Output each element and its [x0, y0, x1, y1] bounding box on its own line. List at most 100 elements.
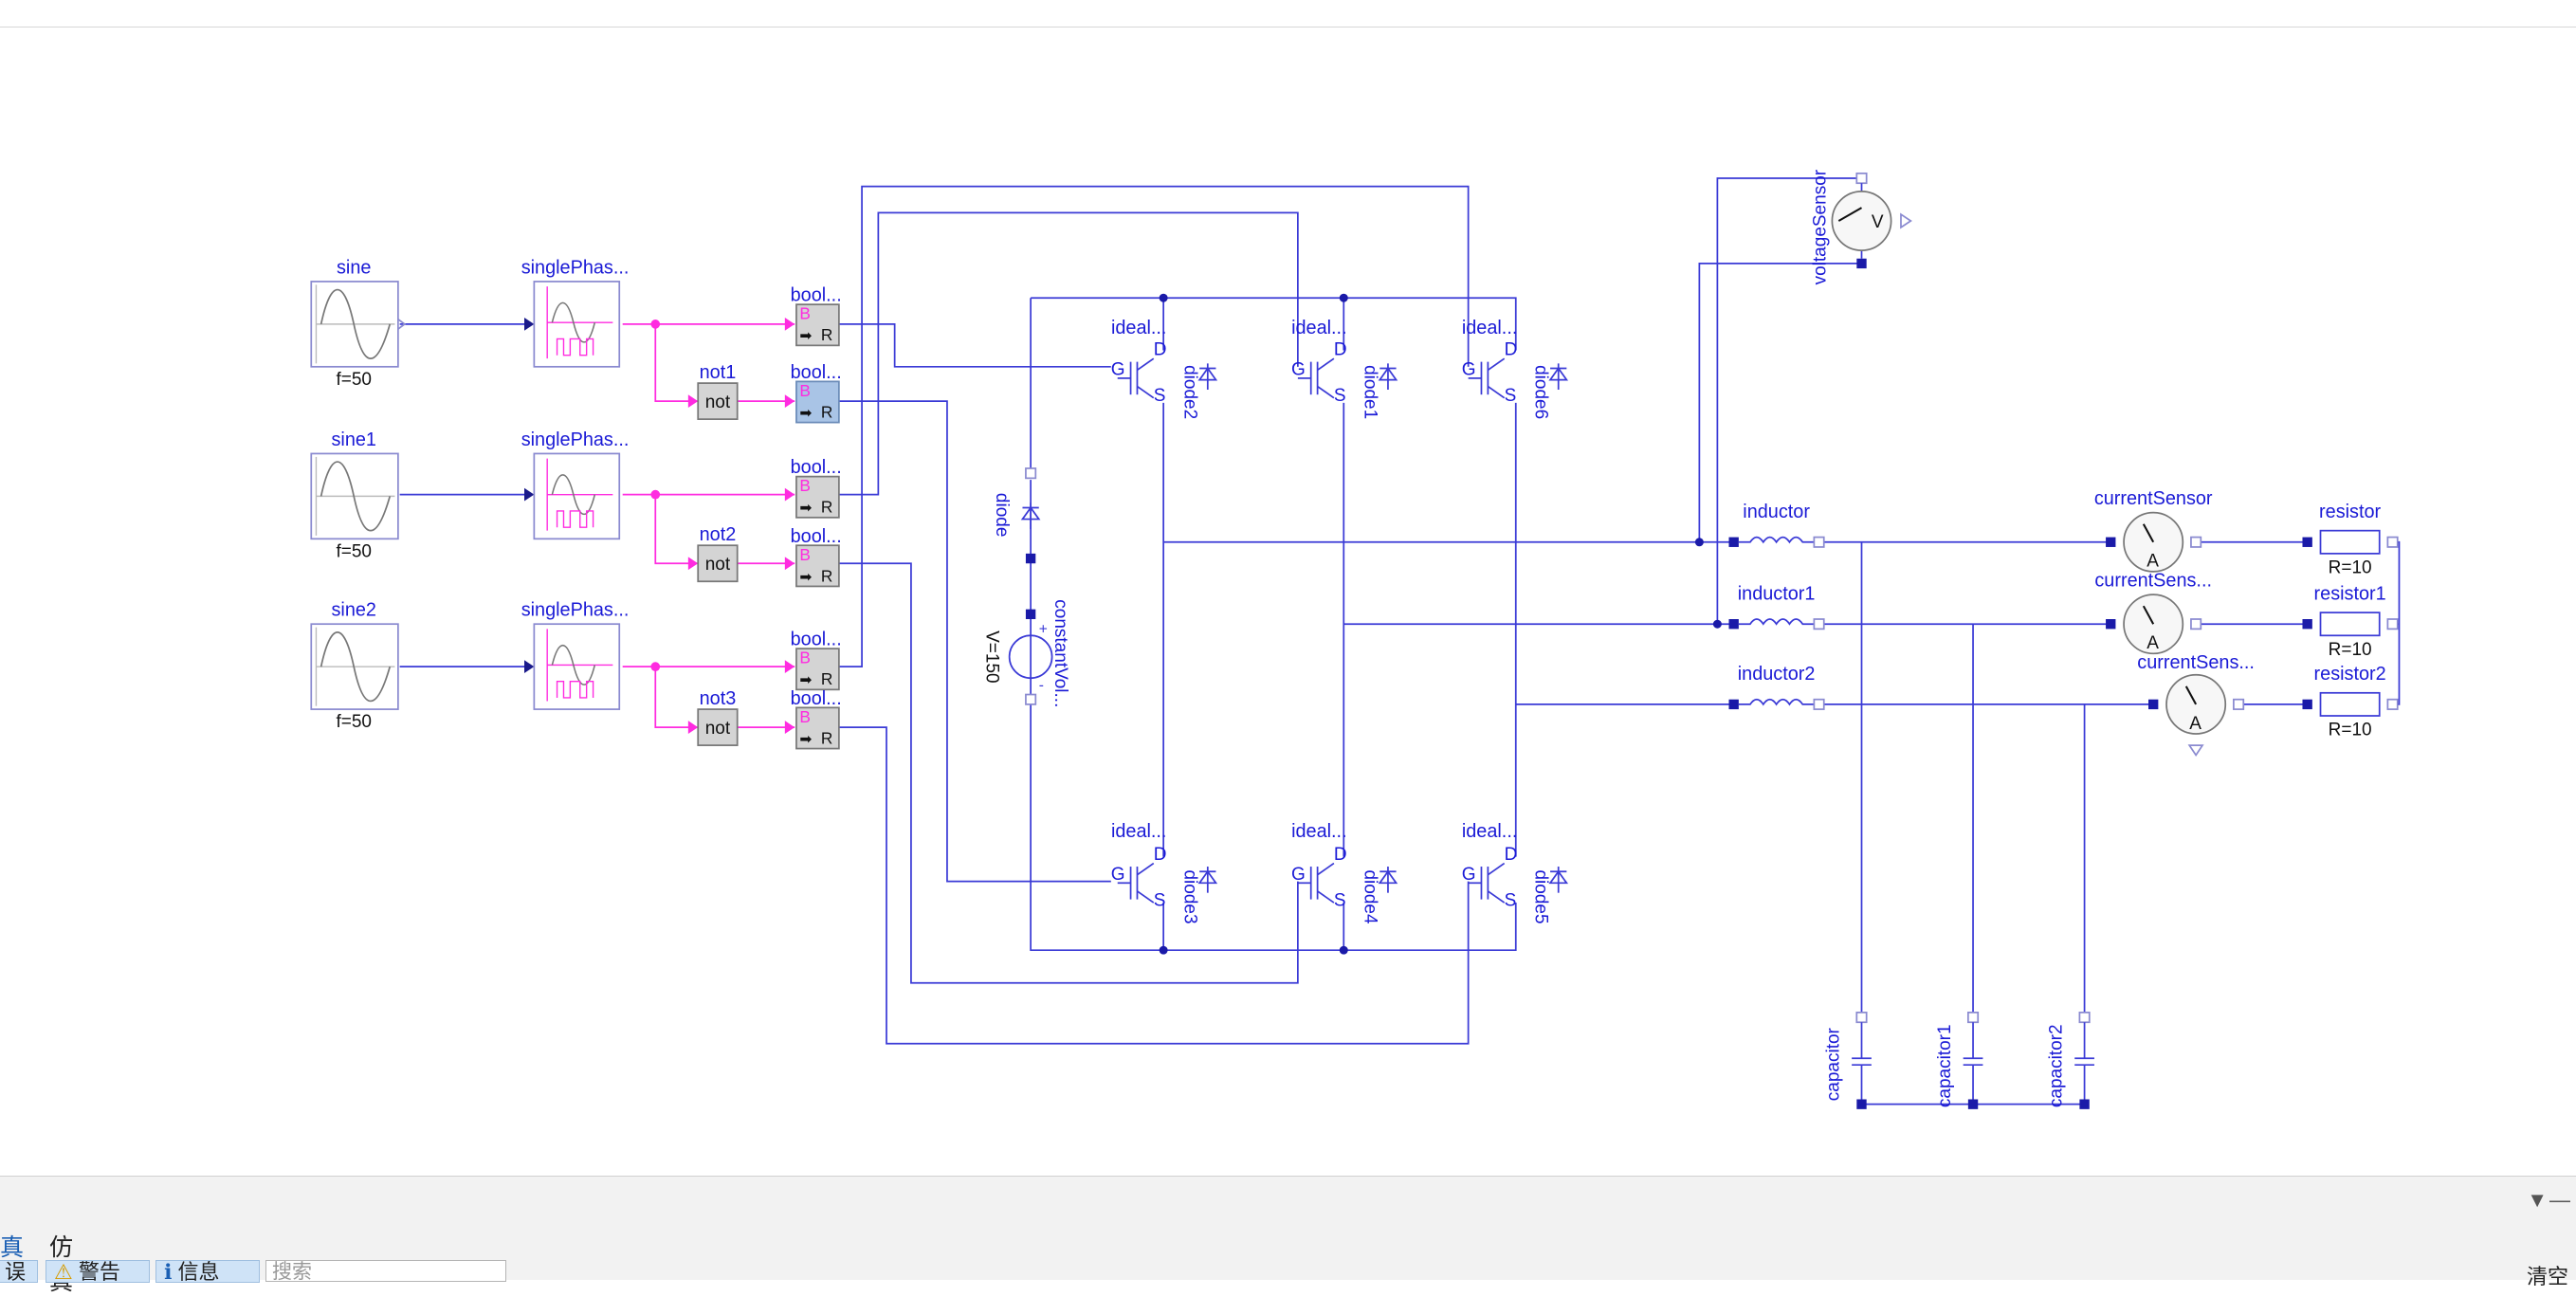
svg-text:➡: ➡ — [799, 405, 812, 421]
resistor-label: resistor1 — [2314, 583, 2386, 604]
svg-text:➡: ➡ — [799, 731, 812, 747]
pin-s: S — [1154, 386, 1166, 406]
bool-r: R — [821, 402, 832, 421]
capacitor-2[interactable]: capacitor2 — [2046, 1012, 2094, 1107]
current-sensor-symbol: A — [2189, 714, 2201, 734]
bool-block-0[interactable]: bool... B ➡ R — [791, 285, 842, 347]
pwm-label: singlePhas... — [521, 257, 630, 278]
clear-button[interactable]: 清空 — [2527, 1260, 2568, 1290]
svg-text:➡: ➡ — [799, 328, 812, 344]
sine-label: sine1 — [331, 429, 375, 450]
pin-g: G — [1111, 359, 1125, 379]
switch-top-2[interactable]: ideal... G D S diode6 — [1462, 318, 1568, 419]
warning-icon: ⚠ — [54, 1260, 73, 1283]
pin-s: S — [1505, 386, 1517, 406]
bool-label: bool... — [791, 285, 842, 306]
inductor-0[interactable]: inductor — [1728, 502, 1825, 548]
diagram-canvas[interactable]: sine f=50 sine1 f=50 sine2 f=50 singlePh… — [0, 27, 2576, 1175]
dc-source-param: V=150 — [981, 630, 1001, 683]
sine-source-0[interactable]: sine f=50 — [310, 257, 407, 390]
dc-diode[interactable]: diode — [992, 467, 1040, 564]
inductor-label: inductor1 — [1738, 583, 1816, 604]
pin-s: S — [1154, 891, 1166, 911]
filter-error-button[interactable]: 误 — [0, 1260, 38, 1283]
resistor-1[interactable]: resistor1 R=10 — [2302, 583, 2399, 660]
info-icon: ℹ — [164, 1260, 173, 1283]
svg-text:➡: ➡ — [799, 501, 812, 517]
pin-g: G — [1291, 359, 1306, 379]
not-block-0[interactable]: not1 not — [697, 362, 739, 420]
current-sensor-0[interactable]: currentSensor A — [2094, 488, 2213, 573]
resistor-label: resistor2 — [2314, 664, 2386, 685]
resistor-0[interactable]: resistor R=10 — [2302, 502, 2399, 578]
switch-top-0[interactable]: ideal... G D S diode2 — [1111, 318, 1217, 419]
bool-r: R — [821, 566, 832, 585]
diode-label: diode2 — [1180, 365, 1200, 419]
collapse-icon[interactable]: ▼ — [2527, 1188, 2548, 1213]
switch-label: ideal... — [1291, 821, 1347, 842]
switch-top-1[interactable]: ideal... G D S diode1 — [1291, 318, 1398, 419]
filter-info-button[interactable]: ℹ 信息 — [155, 1260, 260, 1283]
switch-bottom-0[interactable]: ideal... G D S diode3 — [1111, 821, 1217, 924]
switch-bottom-1[interactable]: ideal... G D S diode4 — [1291, 821, 1398, 924]
filter-warning-button[interactable]: ⚠ 警告 — [46, 1260, 150, 1283]
bool-block-4[interactable]: bool... B ➡ R — [791, 630, 842, 691]
bool-b: B — [799, 648, 811, 667]
bool-label: bool... — [791, 688, 842, 709]
bool-block-5[interactable]: bool... B ➡ R — [791, 688, 842, 750]
current-sensor-1[interactable]: currentSens... A — [2094, 570, 2212, 655]
not-label: not3 — [700, 688, 737, 709]
svg-text:+: + — [1039, 622, 1048, 638]
bool-label: bool... — [791, 526, 842, 547]
not-block-2[interactable]: not3 not — [697, 688, 739, 746]
sine-source-1[interactable]: sine1 f=50 — [310, 429, 399, 562]
switch-label: ideal... — [1111, 821, 1167, 842]
wire-junctions — [1159, 293, 2090, 1109]
pwm-block-0[interactable]: singlePhas... — [521, 257, 630, 368]
svg-text:➡: ➡ — [799, 672, 812, 688]
dc-voltage-source[interactable]: + - constantVol... V=150 — [981, 599, 1070, 707]
bool-b: B — [799, 381, 811, 400]
inductor-2[interactable]: inductor2 — [1728, 664, 1825, 710]
current-sensor-label: currentSens... — [2137, 652, 2255, 673]
current-sensor-label: currentSensor — [2094, 488, 2213, 509]
bool-block-1[interactable]: bool... B ➡ R — [791, 362, 842, 424]
sine-param: f=50 — [336, 541, 372, 561]
switch-label: ideal... — [1462, 318, 1518, 338]
current-sensor-2[interactable]: currentSens... A — [2137, 652, 2255, 758]
capacitor-1[interactable]: capacitor1 — [1935, 1012, 1983, 1107]
pin-d: D — [1334, 845, 1347, 865]
switch-label: ideal... — [1462, 821, 1518, 842]
pin-s: S — [1334, 386, 1346, 406]
pwm-block-2[interactable]: singlePhas... — [521, 600, 630, 710]
pwm-block-1[interactable]: singlePhas... — [521, 429, 630, 540]
bool-b: B — [799, 707, 811, 726]
capacitor-label: capacitor — [1823, 1027, 1843, 1101]
pin-g: G — [1462, 359, 1476, 379]
bool-block-2[interactable]: bool... B ➡ R — [791, 457, 842, 519]
diode-label: diode6 — [1531, 365, 1551, 419]
minimize-icon[interactable]: — — [2549, 1188, 2570, 1213]
diagram-svg[interactable]: sine f=50 sine1 f=50 sine2 f=50 singlePh… — [0, 27, 2576, 1175]
voltage-sensor[interactable]: V voltageSensor — [1810, 169, 1912, 284]
sine-label: sine — [337, 257, 371, 278]
not-label: not1 — [700, 362, 737, 383]
svg-text:➡: ➡ — [799, 569, 812, 585]
bool-block-3[interactable]: bool... B ➡ R — [791, 526, 842, 588]
resistor-2[interactable]: resistor2 R=10 — [2302, 664, 2399, 740]
sine-source-2[interactable]: sine2 f=50 — [310, 600, 399, 733]
capacitor-0[interactable]: capacitor — [1823, 1012, 1872, 1101]
diode-label: diode5 — [1531, 869, 1551, 923]
current-sensor-symbol: A — [2147, 633, 2159, 653]
resistor-param: R=10 — [2329, 640, 2372, 660]
message-panel: ▼ — 真 仿真 误 ⚠ 警告 ℹ 信息 搜索 清空 — [0, 1176, 2576, 1295]
filter-warning-label: 警告 — [78, 1260, 120, 1283]
pin-g: G — [1462, 865, 1476, 885]
dc-diode-label: diode — [992, 493, 1012, 537]
inductor-1[interactable]: inductor1 — [1728, 583, 1825, 630]
resistor-param: R=10 — [2329, 721, 2372, 740]
switch-bottom-2[interactable]: ideal... G D S diode5 — [1462, 821, 1568, 924]
diode-label: diode3 — [1180, 869, 1200, 923]
sine-label: sine2 — [331, 600, 375, 621]
not-block-1[interactable]: not2 not — [697, 524, 739, 583]
